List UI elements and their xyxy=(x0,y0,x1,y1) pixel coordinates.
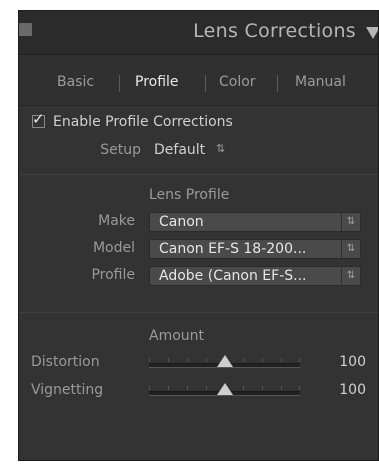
vignetting-value[interactable]: 100 xyxy=(339,382,366,398)
section-divider xyxy=(19,312,378,313)
updown-arrows-icon: ⇅ xyxy=(341,240,360,258)
tab-manual[interactable]: Manual xyxy=(295,74,346,90)
model-label: Model xyxy=(92,240,135,256)
amount-heading: Amount xyxy=(149,328,205,344)
distortion-slider-thumb[interactable] xyxy=(216,355,233,367)
updown-arrows-icon: ⇅ xyxy=(341,213,360,231)
enable-profile-checkbox[interactable]: ✓ xyxy=(32,110,46,129)
distortion-slider[interactable] xyxy=(149,355,300,368)
distortion-value[interactable]: 100 xyxy=(339,354,366,370)
tab-color[interactable]: Color xyxy=(219,74,256,90)
make-value: Canon xyxy=(159,214,204,230)
make-label: Make xyxy=(98,213,135,229)
lens-profile-heading: Lens Profile xyxy=(149,187,230,203)
make-dropdown[interactable]: Canon ⇅ xyxy=(149,212,361,232)
setup-dropdown[interactable]: Default xyxy=(154,142,205,158)
collapse-triangle-icon[interactable] xyxy=(366,27,378,39)
tab-bar: Basic Profile Color Manual xyxy=(19,55,378,106)
tab-profile[interactable]: Profile xyxy=(135,74,179,90)
panel-title: Lens Corrections xyxy=(193,20,356,42)
model-value: Canon EF-S 18-200... xyxy=(159,241,307,257)
enable-profile-label[interactable]: Enable Profile Corrections xyxy=(53,114,233,130)
lens-corrections-panel: Lens Corrections Basic Profile Color Man… xyxy=(18,10,379,461)
section-divider xyxy=(19,174,378,175)
panel-switch-icon[interactable] xyxy=(19,23,32,36)
distortion-label: Distortion xyxy=(31,354,100,370)
profile-value: Adobe (Canon EF-S... xyxy=(159,268,307,284)
profile-label: Profile xyxy=(91,267,135,283)
tab-separator xyxy=(119,75,120,92)
setup-label: Setup xyxy=(100,142,141,158)
tab-basic[interactable]: Basic xyxy=(57,74,94,90)
updown-arrows-icon: ⇅ xyxy=(341,267,360,285)
updown-arrows-icon[interactable]: ⇅ xyxy=(216,142,225,155)
vignetting-label: Vignetting xyxy=(31,382,104,398)
panel-header[interactable]: Lens Corrections xyxy=(19,11,378,55)
vignetting-slider-thumb[interactable] xyxy=(216,383,233,395)
model-dropdown[interactable]: Canon EF-S 18-200... ⇅ xyxy=(149,239,361,259)
vignetting-slider[interactable] xyxy=(149,383,300,396)
tab-separator xyxy=(205,75,206,92)
profile-dropdown[interactable]: Adobe (Canon EF-S... ⇅ xyxy=(149,266,361,286)
tab-separator xyxy=(277,75,278,92)
checkmark-icon: ✓ xyxy=(32,110,45,128)
